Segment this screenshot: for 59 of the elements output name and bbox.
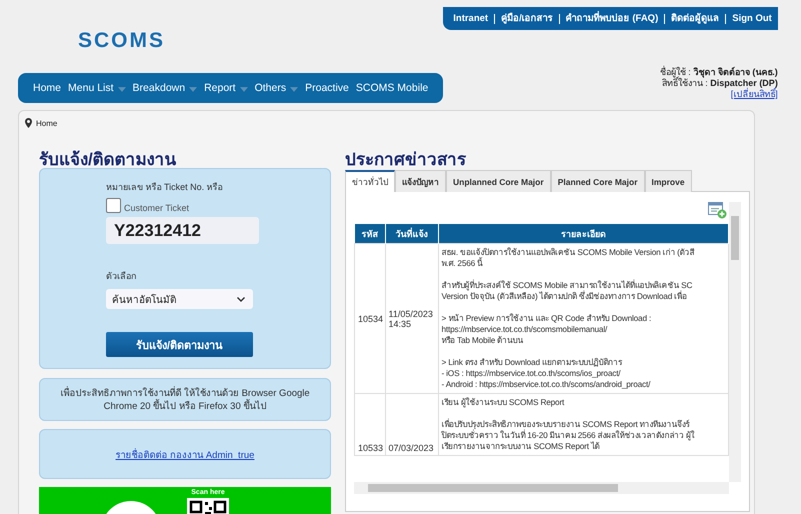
news-text-line: - Android : https://mbservice.tot.co.th/scoms/android_proact/ bbox=[442, 379, 652, 390]
news-text-line: > Link ตรง สำหรับ Download แยกตามระบบปฏิบัติการ bbox=[442, 357, 624, 368]
column-header: รายละเอียด bbox=[438, 224, 728, 244]
user-name: วิชุดา จิตต์อาจ (นคธ.) bbox=[693, 67, 778, 77]
news-text-line: > หน้า Preview การใช้งาน และ QR Code สำหรับ Download : bbox=[442, 313, 652, 324]
chevron-down-icon bbox=[237, 296, 245, 302]
news-text-line: เรียกรายงานจากระบบงาน SCOMS Report ได้ bbox=[442, 441, 601, 452]
news-tab[interactable]: Planned Core Major bbox=[550, 170, 645, 192]
role-label: สิทธิ์ใช้งาน : bbox=[662, 78, 708, 88]
news-date: 07/03/2023 bbox=[388, 443, 434, 453]
nav-menu-item[interactable]: Home bbox=[30, 79, 64, 97]
nav-menu-item[interactable]: Others bbox=[252, 79, 302, 97]
nav-menu-item[interactable]: Report bbox=[201, 79, 251, 97]
section-title: รับแจ้ง/ติดตามงาน bbox=[39, 151, 178, 168]
top-link[interactable]: คำถามที่พบบ่อย (FAQ) bbox=[558, 14, 658, 24]
scoms-logo: SCOMS bbox=[78, 29, 166, 53]
nav-menu-item[interactable]: SCOMS Mobile bbox=[352, 79, 432, 97]
user-role: Dispatcher (DP) bbox=[710, 78, 778, 88]
breadcrumb[interactable]: Home bbox=[36, 118, 58, 128]
checkbox-label: Customer Ticket bbox=[124, 203, 190, 213]
option-label: ตัวเลือก bbox=[106, 270, 136, 283]
top-link[interactable]: คู่มือ/เอกสาร bbox=[494, 14, 553, 24]
news-text-line: สำหรับผู้ที่ประสงค์ใช้ SCOMS Mobile สามารถใช้งานได้ที่แอปพลิเคชัน SC bbox=[442, 280, 694, 290]
news-text-line: https://mbservice.tot.co.th/scomsmobilemanual/ bbox=[442, 324, 608, 335]
add-item-icon[interactable] bbox=[708, 202, 727, 219]
ticket-input-field[interactable]: Y22312412 bbox=[106, 217, 259, 244]
news-id: 10534 bbox=[358, 314, 384, 324]
submit-button[interactable]: รับแจ้ง/ติดตามงาน bbox=[106, 332, 253, 357]
option-dropdown[interactable]: ค้นหาอัตโนมัติ bbox=[106, 289, 253, 309]
news-tab[interactable]: Improve bbox=[644, 170, 692, 192]
user-name-label: ชื่อผู้ใช้ : bbox=[660, 67, 691, 77]
news-tab[interactable]: Unplanned Core Major bbox=[446, 170, 551, 192]
news-date: 11/05/2023 14:35 bbox=[388, 308, 433, 328]
nav-menu-item[interactable]: Menu List bbox=[65, 79, 129, 97]
location-pin-icon bbox=[25, 118, 32, 128]
ticket-field-label: หมายเลข หรือ Ticket No. หรือ bbox=[106, 181, 223, 194]
news-text-line: - iOS : https://mbservice.tot.co.th/scoms/ios_proact/ bbox=[442, 368, 622, 379]
top-link[interactable]: Intranet bbox=[453, 13, 488, 24]
news-id: 10533 bbox=[358, 443, 384, 453]
news-text-line: หรือ Tab Mobile ด้านบน bbox=[442, 335, 524, 346]
top-link[interactable]: ติดต่อผู้ดูแล bbox=[664, 14, 720, 24]
news-text-line: เพื่อปรับปรุงประสิทธิภาพของระบบรายงาน SCOMS Report ทางทีมงานจึงร์ bbox=[442, 419, 691, 430]
nav-menu-item[interactable]: Proactive bbox=[302, 79, 352, 97]
news-tab[interactable]: แจ้งปัญหา bbox=[395, 170, 446, 192]
news-text-line: ปิดระบบชั่วคราว ในวันที่ 16-20 มีนาคม 2566 ส่งผลให้ช่วงเวลาดังกล่าว ผู้ใ bbox=[442, 430, 696, 441]
news-text-line: พ.ศ. 2566 นี้ bbox=[442, 258, 484, 269]
column-header: รหัส bbox=[354, 224, 385, 244]
change-role-link[interactable]: [เปลี่ยนสิทธิ์] bbox=[730, 89, 778, 99]
news-tab[interactable]: ข่าวทั่วไป bbox=[345, 170, 395, 192]
news-text-line: เรียน ผู้ใช้งานระบบ SCOMS Report bbox=[442, 397, 566, 408]
browser-note: เพื่อประสิทธิภาพการใช้งานที่ดี ให้ใช้งานด้วย Browser Google Chrome 20 ขึ้นไป หรือ Firefox 30 ขึ้นไป bbox=[59, 386, 311, 412]
checkbox[interactable] bbox=[106, 198, 121, 212]
column-header: วันที่แจ้ง bbox=[385, 224, 438, 244]
nav-menu-item[interactable]: Breakdown bbox=[130, 79, 200, 97]
news-text-line: Version ปัจจุบัน (ตัวสีเหลือง) ได้ตามปกติ ซึ่งมีช่องทางการ Download เพื่อ bbox=[442, 291, 688, 302]
section-title: ประกาศข่าวสาร bbox=[345, 151, 467, 168]
top-link[interactable]: Sign Out bbox=[725, 14, 772, 24]
contact-link[interactable]: รายชื่อติดต่อ กองงาน Admin_true bbox=[116, 446, 254, 462]
news-text-line: สธผ. ขอแจ้งปิดการใช้งานแอปพลิเคชัน SCOMS Mobile Version เก่า (ตัวสี bbox=[442, 247, 696, 257]
